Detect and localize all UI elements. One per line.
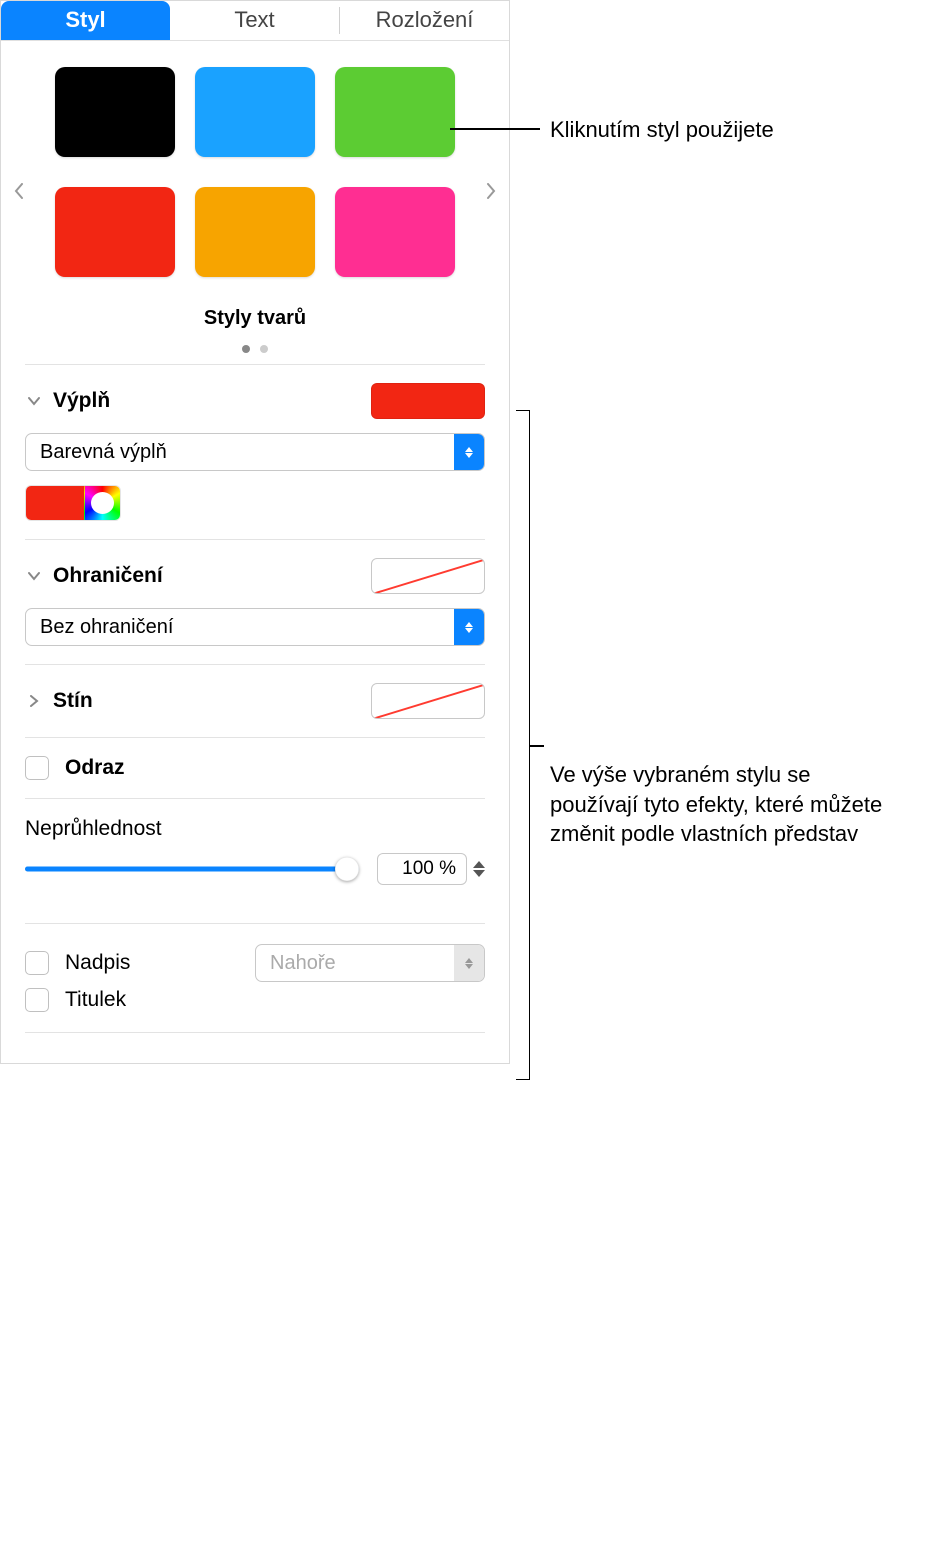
title-checkbox[interactable]: [25, 951, 49, 975]
shape-style-swatch[interactable]: [195, 187, 315, 277]
fill-label: Výplň: [53, 389, 371, 413]
caption-label: Titulek: [65, 988, 485, 1012]
title-position-popup[interactable]: Nahoře: [255, 944, 485, 982]
popup-arrows-icon: [454, 434, 484, 470]
shadow-label: Stín: [53, 689, 371, 713]
fill-preset-color[interactable]: [26, 486, 84, 520]
opacity-value-field[interactable]: 100 %: [377, 853, 467, 885]
border-section: Ohraničení Bez ohraničení: [25, 540, 485, 664]
border-disclosure[interactable]: [25, 567, 43, 585]
shape-style-swatch[interactable]: [55, 187, 175, 277]
shape-style-grid: [11, 67, 499, 277]
fill-type-popup[interactable]: Barevná výplň: [25, 433, 485, 471]
shadow-disclosure[interactable]: [25, 692, 43, 710]
color-wheel-button[interactable]: [84, 486, 120, 520]
chevron-left-icon: [14, 183, 24, 199]
annotation-layer: Kliknutím styl použijete Ve výše vybrané…: [510, 0, 942, 1064]
title-position-value: Nahoře: [256, 952, 454, 975]
chevron-down-icon: [28, 395, 40, 407]
shape-styles-label: Styly tvarů: [11, 307, 499, 330]
callout-leader-line: [530, 745, 544, 747]
tab-text[interactable]: Text: [170, 1, 339, 40]
border-type-value: Bez ohraničení: [26, 616, 454, 639]
chevron-down-icon: [28, 570, 40, 582]
fill-type-value: Barevná výplň: [26, 441, 454, 464]
callout-bracket: [516, 410, 530, 1080]
popup-arrows-icon: [454, 945, 484, 981]
chevron-right-icon: [28, 695, 40, 707]
reflection-label: Odraz: [65, 756, 485, 780]
border-label: Ohraničení: [53, 564, 371, 588]
callout-leader-line: [450, 128, 540, 130]
fill-color-picker: [25, 485, 121, 521]
fill-disclosure[interactable]: [25, 392, 43, 410]
page-dot[interactable]: [260, 345, 268, 353]
border-style-well[interactable]: [371, 558, 485, 594]
callout-text: Kliknutím styl použijete: [544, 115, 774, 145]
opacity-section: Neprůhlednost 100 %: [25, 799, 485, 903]
shape-style-swatch[interactable]: [55, 67, 175, 157]
shape-styles-area: Styly tvarů: [1, 41, 509, 356]
chevron-right-icon: [486, 183, 496, 199]
shape-style-swatch[interactable]: [335, 67, 455, 157]
title-caption-section: Nadpis Nahoře Titulek: [25, 924, 485, 1032]
title-label: Nadpis: [65, 951, 160, 975]
swatch-prev-button[interactable]: [7, 171, 31, 211]
callout-text: Ve výše vybraném stylu se používají tyto…: [544, 760, 904, 849]
page-dot[interactable]: [242, 345, 250, 353]
reflection-row: Odraz: [25, 738, 485, 798]
tab-layout[interactable]: Rozložení: [340, 1, 509, 40]
opacity-slider[interactable]: [25, 857, 359, 881]
format-inspector-panel: Styl Text Rozložení Styly tvarů: [0, 0, 510, 1064]
inspector-tabs: Styl Text Rozložení: [1, 1, 509, 41]
tab-style[interactable]: Styl: [1, 1, 170, 40]
reflection-checkbox[interactable]: [25, 756, 49, 780]
shape-style-swatch[interactable]: [195, 67, 315, 157]
slider-thumb[interactable]: [335, 857, 359, 881]
swatch-next-button[interactable]: [479, 171, 503, 211]
opacity-stepper: [473, 861, 485, 877]
stepper-down[interactable]: [473, 870, 485, 877]
fill-color-well[interactable]: [371, 383, 485, 419]
swatch-page-indicator: [11, 340, 499, 356]
shape-style-swatch[interactable]: [335, 187, 455, 277]
fill-section: Výplň Barevná výplň: [25, 365, 485, 539]
border-type-popup[interactable]: Bez ohraničení: [25, 608, 485, 646]
shadow-section: Stín: [25, 665, 485, 737]
caption-checkbox[interactable]: [25, 988, 49, 1012]
stepper-up[interactable]: [473, 861, 485, 868]
shadow-style-well[interactable]: [371, 683, 485, 719]
opacity-label: Neprůhlednost: [25, 817, 485, 853]
popup-arrows-icon: [454, 609, 484, 645]
